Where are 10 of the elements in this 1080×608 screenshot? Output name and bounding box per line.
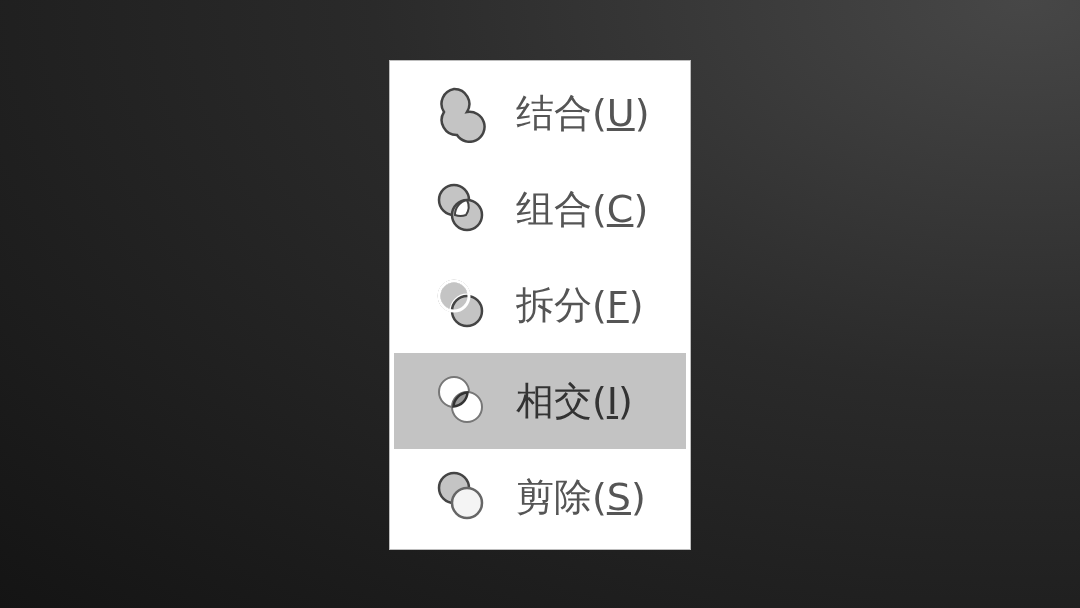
menu-item[interactable]: 组合(C) — [394, 161, 686, 257]
menu-item[interactable]: 剪除(S) — [394, 449, 686, 545]
menu-item-label: 结合(U) — [516, 89, 650, 137]
menu-item[interactable]: 结合(U) — [394, 65, 686, 161]
menu-item[interactable]: 拆分(F) — [394, 257, 686, 353]
menu-item-label: 剪除(S) — [516, 473, 646, 521]
menu-item-label: 组合(C) — [516, 185, 649, 233]
menu-item-label: 相交(I) — [516, 377, 633, 425]
menu-item[interactable]: 相交(I) — [394, 353, 686, 449]
menu-item-label: 拆分(F) — [516, 281, 644, 329]
